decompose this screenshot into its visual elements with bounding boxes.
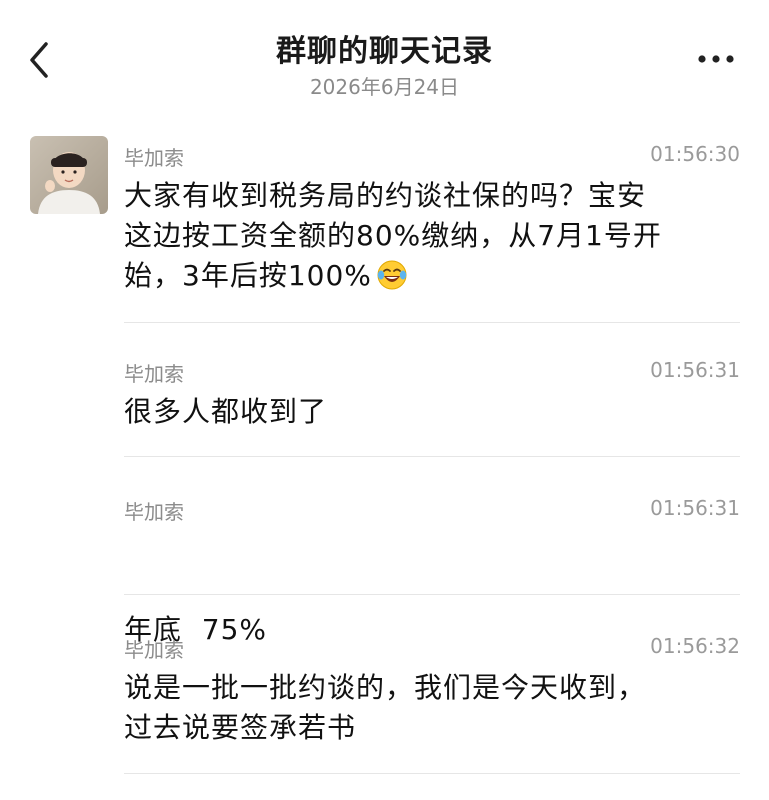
message-divider bbox=[124, 773, 740, 774]
message-text: 说是一批一批约谈的，我们是今天收到， 过去说要签承若书 bbox=[124, 668, 740, 748]
message-line-with-emoji: 始，3年后按100% bbox=[124, 256, 740, 302]
message-divider bbox=[124, 322, 740, 323]
message-line: 说是一批一批约谈的，我们是今天收到， bbox=[124, 671, 647, 704]
message-text: 很多人都收到了 bbox=[124, 392, 740, 432]
message-divider bbox=[124, 456, 740, 457]
message-line: 始，3年后按100% bbox=[124, 259, 372, 292]
message-divider bbox=[124, 594, 740, 595]
sender-name: 毕加索 bbox=[124, 362, 184, 386]
message-time: 01:56:31 bbox=[650, 496, 740, 520]
more-dots-icon bbox=[698, 55, 734, 63]
message-time: 01:56:30 bbox=[650, 142, 740, 166]
message-time: 01:56:32 bbox=[650, 634, 740, 658]
sender-name: 毕加索 bbox=[124, 638, 184, 662]
more-button[interactable] bbox=[692, 44, 742, 74]
sender-name: 毕加索 bbox=[124, 500, 184, 524]
message-line: 大家有收到税务局的约谈社保的吗？宝安 bbox=[124, 179, 647, 212]
message-line: 很多人都收到了 bbox=[124, 395, 328, 428]
message-time: 01:56:31 bbox=[650, 358, 740, 382]
page-title: 群聊的聊天记录 bbox=[276, 34, 493, 69]
chat-header: 群聊的聊天记录 2026年6月24日 bbox=[0, 0, 769, 110]
tears-of-joy-emoji bbox=[376, 259, 408, 302]
avatar[interactable] bbox=[30, 136, 108, 214]
message-text: 大家有收到税务局的约谈社保的吗？宝安 这边按工资全额的80%缴纳，从7月1号开 … bbox=[124, 176, 740, 302]
chat-date: 2026年6月24日 bbox=[309, 75, 460, 99]
child-avatar-image bbox=[30, 136, 108, 214]
message-line: 这边按工资全额的80%缴纳，从7月1号开 bbox=[124, 219, 662, 252]
sender-name: 毕加索 bbox=[124, 146, 184, 170]
message-line: 过去说要签承若书 bbox=[124, 711, 357, 744]
message-line: 年底 75% bbox=[124, 613, 268, 646]
